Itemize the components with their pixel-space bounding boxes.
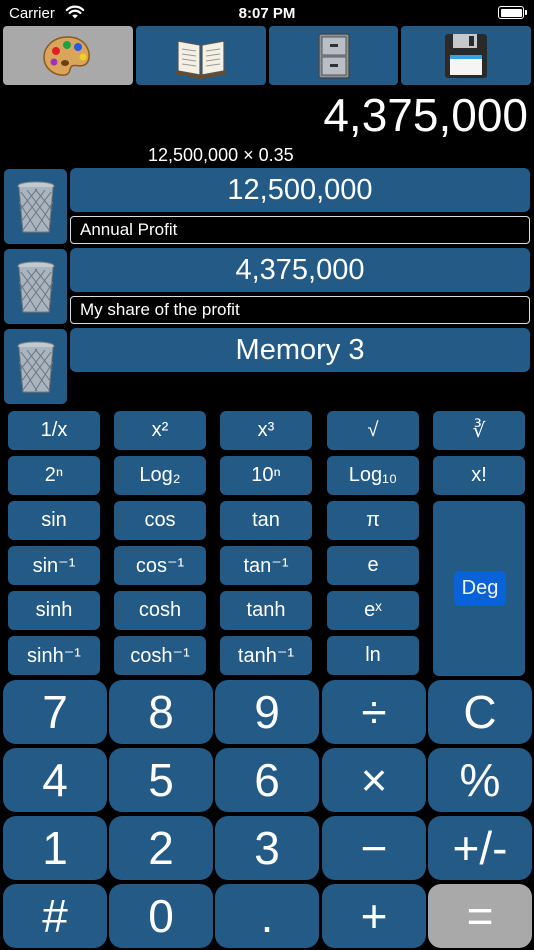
angle-mode-button[interactable]: Deg xyxy=(454,571,506,606)
angle-mode-panel: Deg xyxy=(433,501,525,676)
tanh-key[interactable]: tanh xyxy=(220,591,312,630)
arccosh-key[interactable]: cosh⁻¹ xyxy=(114,636,206,675)
exp-key[interactable]: eˣ xyxy=(327,591,419,630)
palette-icon xyxy=(43,35,90,76)
cube-root-key[interactable]: ∛ xyxy=(433,411,525,450)
trash-can-icon xyxy=(17,261,54,312)
digit-6-key[interactable]: 6 xyxy=(215,748,319,812)
arccos-key[interactable]: cos⁻¹ xyxy=(114,546,206,585)
save-button[interactable] xyxy=(401,26,531,85)
subtract-key[interactable]: − xyxy=(322,816,426,880)
arcsinh-key[interactable]: sinh⁻¹ xyxy=(8,636,100,675)
battery-icon xyxy=(498,6,527,19)
arctanh-key[interactable]: tanh⁻¹ xyxy=(220,636,312,675)
add-key[interactable]: + xyxy=(322,884,426,948)
book-button[interactable] xyxy=(136,26,266,85)
divide-key[interactable]: ÷ xyxy=(322,680,426,744)
digit-4-key[interactable]: 4 xyxy=(3,748,107,812)
digit-5-key[interactable]: 5 xyxy=(109,748,213,812)
sinh-key[interactable]: sinh xyxy=(8,591,100,630)
digit-2-key[interactable]: 2 xyxy=(109,816,213,880)
plus-minus-key[interactable]: +/- xyxy=(428,816,532,880)
trash-can-icon xyxy=(17,181,54,232)
book-icon xyxy=(176,39,226,79)
digit-9-key[interactable]: 9 xyxy=(215,680,319,744)
memory-2-label[interactable]: My share of the profit xyxy=(70,296,530,324)
status-bar: Carrier 8:07 PM xyxy=(0,0,534,28)
digit-7-key[interactable]: 7 xyxy=(3,680,107,744)
arcsin-key[interactable]: sin⁻¹ xyxy=(8,546,100,585)
ten-power-key[interactable]: 10ⁿ xyxy=(220,456,312,495)
memory-1-label[interactable]: Annual Profit xyxy=(70,216,530,244)
reciprocal-key[interactable]: 1/x xyxy=(8,411,100,450)
euler-key[interactable]: e xyxy=(327,546,419,585)
hash-key[interactable]: # xyxy=(3,884,107,948)
equals-key[interactable]: = xyxy=(428,884,532,948)
digit-1-key[interactable]: 1 xyxy=(3,816,107,880)
tan-key[interactable]: tan xyxy=(220,501,312,540)
percent-key[interactable]: % xyxy=(428,748,532,812)
log10-key[interactable]: Log₁₀ xyxy=(327,456,419,495)
cos-key[interactable]: cos xyxy=(114,501,206,540)
trash-can-icon xyxy=(17,341,54,392)
floppy-disk-icon xyxy=(445,33,487,78)
square-root-key[interactable]: √ xyxy=(327,411,419,450)
multiply-key[interactable]: × xyxy=(322,748,426,812)
file-cabinet-icon xyxy=(317,32,350,79)
file-cabinet-button[interactable] xyxy=(269,26,398,85)
factorial-key[interactable]: x! xyxy=(433,456,525,495)
sin-key[interactable]: sin xyxy=(8,501,100,540)
decimal-key[interactable]: . xyxy=(215,884,319,948)
two-power-key[interactable]: 2ⁿ xyxy=(8,456,100,495)
memory-2-value[interactable]: 4,375,000 xyxy=(70,248,530,292)
expression-display: 12,500,000 × 0.35 xyxy=(148,145,294,165)
cube-key[interactable]: x³ xyxy=(220,411,312,450)
ln-key[interactable]: ln xyxy=(327,636,419,675)
cosh-key[interactable]: cosh xyxy=(114,591,206,630)
memory-2-clear-button[interactable] xyxy=(4,249,67,324)
memory-1-value[interactable]: 12,500,000 xyxy=(70,168,530,212)
digit-3-key[interactable]: 3 xyxy=(215,816,319,880)
palette-button[interactable] xyxy=(3,26,133,85)
memory-3-clear-button[interactable] xyxy=(4,329,67,404)
digit-8-key[interactable]: 8 xyxy=(109,680,213,744)
square-key[interactable]: x² xyxy=(114,411,206,450)
arctan-key[interactable]: tan⁻¹ xyxy=(220,546,312,585)
digit-0-key[interactable]: 0 xyxy=(109,884,213,948)
memory-3-value[interactable]: Memory 3 xyxy=(70,328,530,372)
result-display: 4,375,000 xyxy=(323,89,528,141)
status-time: 8:07 PM xyxy=(238,5,296,22)
memory-1-clear-button[interactable] xyxy=(4,169,67,244)
clear-key[interactable]: C xyxy=(428,680,532,744)
pi-key[interactable]: π xyxy=(327,501,419,540)
log2-key[interactable]: Log₂ xyxy=(114,456,206,495)
